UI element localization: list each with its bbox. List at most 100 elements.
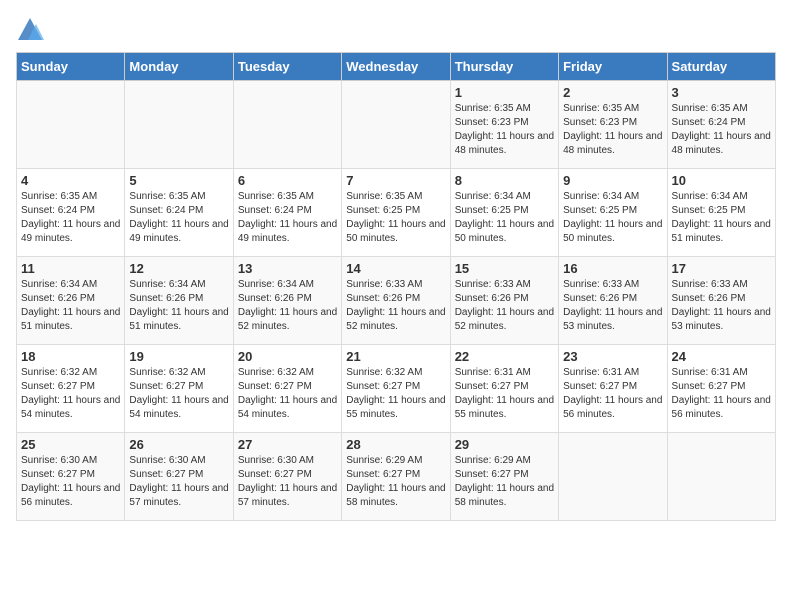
calendar-cell: 11 Sunrise: 6:34 AM Sunset: 6:26 PM Dayli… <box>17 257 125 345</box>
day-number: 4 <box>21 173 120 188</box>
calendar-cell: 26 Sunrise: 6:30 AM Sunset: 6:27 PM Dayli… <box>125 433 233 521</box>
day-info: Sunrise: 6:35 AM Sunset: 6:23 PM Dayligh… <box>563 102 662 158</box>
day-number: 15 <box>455 261 554 276</box>
calendar-cell: 29 Sunrise: 6:29 AM Sunset: 6:27 PM Dayli… <box>450 433 558 521</box>
day-number: 20 <box>238 349 337 364</box>
calendar-cell: 25 Sunrise: 6:30 AM Sunset: 6:27 PM Dayli… <box>17 433 125 521</box>
day-number: 28 <box>346 437 445 452</box>
day-info: Sunrise: 6:30 AM Sunset: 6:27 PM Dayligh… <box>129 454 228 510</box>
day-number: 16 <box>563 261 662 276</box>
day-number: 13 <box>238 261 337 276</box>
weekday-header-sunday: Sunday <box>17 53 125 81</box>
calendar-cell: 10 Sunrise: 6:34 AM Sunset: 6:25 PM Dayli… <box>667 169 775 257</box>
weekday-header-wednesday: Wednesday <box>342 53 450 81</box>
calendar-cell <box>559 433 667 521</box>
calendar-cell: 18 Sunrise: 6:32 AM Sunset: 6:27 PM Dayli… <box>17 345 125 433</box>
day-info: Sunrise: 6:32 AM Sunset: 6:27 PM Dayligh… <box>238 366 337 422</box>
weekday-header-saturday: Saturday <box>667 53 775 81</box>
day-info: Sunrise: 6:31 AM Sunset: 6:27 PM Dayligh… <box>672 366 771 422</box>
calendar-cell: 24 Sunrise: 6:31 AM Sunset: 6:27 PM Dayli… <box>667 345 775 433</box>
day-number: 6 <box>238 173 337 188</box>
day-info: Sunrise: 6:31 AM Sunset: 6:27 PM Dayligh… <box>563 366 662 422</box>
day-number: 9 <box>563 173 662 188</box>
day-number: 12 <box>129 261 228 276</box>
day-info: Sunrise: 6:32 AM Sunset: 6:27 PM Dayligh… <box>21 366 120 422</box>
calendar-cell: 8 Sunrise: 6:34 AM Sunset: 6:25 PM Daylig… <box>450 169 558 257</box>
day-number: 7 <box>346 173 445 188</box>
day-number: 26 <box>129 437 228 452</box>
day-info: Sunrise: 6:30 AM Sunset: 6:27 PM Dayligh… <box>238 454 337 510</box>
day-info: Sunrise: 6:34 AM Sunset: 6:25 PM Dayligh… <box>563 190 662 246</box>
day-info: Sunrise: 6:32 AM Sunset: 6:27 PM Dayligh… <box>346 366 445 422</box>
calendar-cell: 15 Sunrise: 6:33 AM Sunset: 6:26 PM Dayli… <box>450 257 558 345</box>
day-info: Sunrise: 6:30 AM Sunset: 6:27 PM Dayligh… <box>21 454 120 510</box>
day-number: 22 <box>455 349 554 364</box>
weekday-header-thursday: Thursday <box>450 53 558 81</box>
day-info: Sunrise: 6:35 AM Sunset: 6:24 PM Dayligh… <box>129 190 228 246</box>
day-number: 11 <box>21 261 120 276</box>
day-info: Sunrise: 6:29 AM Sunset: 6:27 PM Dayligh… <box>455 454 554 510</box>
calendar-cell: 17Sunrise: 6:33 AM Sunset: 6:26 PM Dayli… <box>667 257 775 345</box>
day-info: Sunrise: 6:35 AM Sunset: 6:24 PM Dayligh… <box>238 190 337 246</box>
calendar-cell: 9 Sunrise: 6:34 AM Sunset: 6:25 PM Daylig… <box>559 169 667 257</box>
day-info: Sunrise: 6:33 AM Sunset: 6:26 PM Dayligh… <box>455 278 554 334</box>
day-number: 5 <box>129 173 228 188</box>
calendar-cell: 6 Sunrise: 6:35 AM Sunset: 6:24 PM Daylig… <box>233 169 341 257</box>
day-number: 23 <box>563 349 662 364</box>
day-info: Sunrise: 6:34 AM Sunset: 6:26 PM Dayligh… <box>129 278 228 334</box>
calendar-cell: 7 Sunrise: 6:35 AM Sunset: 6:25 PM Daylig… <box>342 169 450 257</box>
calendar-cell <box>667 433 775 521</box>
logo <box>16 16 48 44</box>
calendar-cell <box>342 81 450 169</box>
calendar-cell: 2 Sunrise: 6:35 AM Sunset: 6:23 PM Daylig… <box>559 81 667 169</box>
day-number: 21 <box>346 349 445 364</box>
calendar-cell: 16 Sunrise: 6:33 AM Sunset: 6:26 PM Dayli… <box>559 257 667 345</box>
day-info: Sunrise: 6:34 AM Sunset: 6:26 PM Dayligh… <box>21 278 120 334</box>
calendar-cell: 3 Sunrise: 6:35 AM Sunset: 6:24 PM Daylig… <box>667 81 775 169</box>
weekday-header-tuesday: Tuesday <box>233 53 341 81</box>
weekday-header-friday: Friday <box>559 53 667 81</box>
day-number: 8 <box>455 173 554 188</box>
logo-icon <box>16 16 44 44</box>
calendar-cell: 1 Sunrise: 6:35 AM Sunset: 6:23 PM Daylig… <box>450 81 558 169</box>
calendar-cell: 23 Sunrise: 6:31 AM Sunset: 6:27 PM Dayli… <box>559 345 667 433</box>
calendar-cell: 27 Sunrise: 6:30 AM Sunset: 6:27 PM Dayli… <box>233 433 341 521</box>
calendar-cell: 12 Sunrise: 6:34 AM Sunset: 6:26 PM Dayli… <box>125 257 233 345</box>
calendar-cell: 13 Sunrise: 6:34 AM Sunset: 6:26 PM Dayli… <box>233 257 341 345</box>
calendar-cell: 20 Sunrise: 6:32 AM Sunset: 6:27 PM Dayli… <box>233 345 341 433</box>
day-info: Sunrise: 6:34 AM Sunset: 6:25 PM Dayligh… <box>672 190 771 246</box>
day-number: 27 <box>238 437 337 452</box>
day-info: Sunrise: 6:34 AM Sunset: 6:26 PM Dayligh… <box>238 278 337 334</box>
day-number: 24 <box>672 349 771 364</box>
day-info: Sunrise: 6:35 AM Sunset: 6:24 PM Dayligh… <box>672 102 771 158</box>
day-number: 17 <box>672 261 771 276</box>
weekday-header-monday: Monday <box>125 53 233 81</box>
calendar-cell: 22 Sunrise: 6:31 AM Sunset: 6:27 PM Dayli… <box>450 345 558 433</box>
day-number: 14 <box>346 261 445 276</box>
day-number: 19 <box>129 349 228 364</box>
day-info: Sunrise: 6:31 AM Sunset: 6:27 PM Dayligh… <box>455 366 554 422</box>
day-number: 3 <box>672 85 771 100</box>
calendar-cell <box>233 81 341 169</box>
page-header <box>16 16 776 44</box>
calendar-cell: 5 Sunrise: 6:35 AM Sunset: 6:24 PM Daylig… <box>125 169 233 257</box>
day-number: 29 <box>455 437 554 452</box>
day-number: 10 <box>672 173 771 188</box>
day-info: Sunrise: 6:32 AM Sunset: 6:27 PM Dayligh… <box>129 366 228 422</box>
day-number: 1 <box>455 85 554 100</box>
calendar-cell <box>125 81 233 169</box>
day-info: Sunrise: 6:33 AM Sunset: 6:26 PM Dayligh… <box>346 278 445 334</box>
calendar-table: SundayMondayTuesdayWednesdayThursdayFrid… <box>16 52 776 521</box>
day-info: Sunrise: 6:29 AM Sunset: 6:27 PM Dayligh… <box>346 454 445 510</box>
day-number: 2 <box>563 85 662 100</box>
calendar-cell: 4 Sunrise: 6:35 AM Sunset: 6:24 PM Daylig… <box>17 169 125 257</box>
day-info: Sunrise: 6:35 AM Sunset: 6:24 PM Dayligh… <box>21 190 120 246</box>
day-info: Sunrise: 6:35 AM Sunset: 6:25 PM Dayligh… <box>346 190 445 246</box>
day-number: 25 <box>21 437 120 452</box>
day-info: Sunrise: 6:35 AM Sunset: 6:23 PM Dayligh… <box>455 102 554 158</box>
calendar-cell: 28 Sunrise: 6:29 AM Sunset: 6:27 PM Dayli… <box>342 433 450 521</box>
day-info: Sunrise: 6:33 AM Sunset: 6:26 PM Dayligh… <box>563 278 662 334</box>
day-number: 18 <box>21 349 120 364</box>
day-info: Sunrise: 6:34 AM Sunset: 6:25 PM Dayligh… <box>455 190 554 246</box>
calendar-cell <box>17 81 125 169</box>
